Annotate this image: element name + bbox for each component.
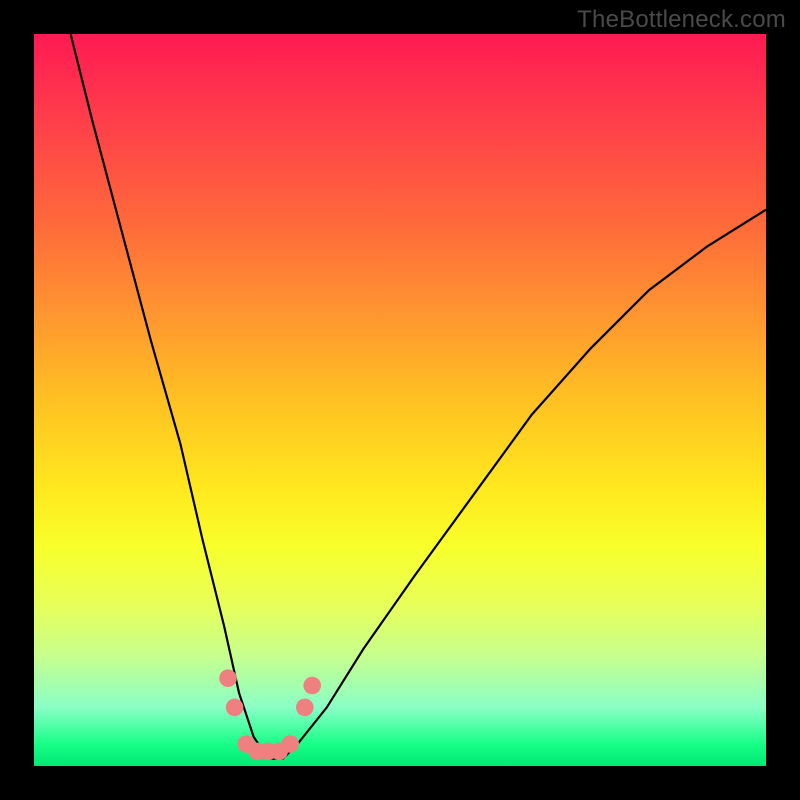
curve-path: [71, 34, 766, 759]
curve-svg: [34, 34, 766, 766]
curve-marker: [226, 699, 244, 717]
curve-marker: [303, 677, 321, 695]
curve-marker: [219, 669, 237, 687]
curve-marker: [296, 699, 314, 717]
watermark-text: TheBottleneck.com: [577, 6, 786, 34]
chart-frame: TheBottleneck.com: [0, 0, 800, 800]
curve-markers: [219, 669, 321, 760]
plot-area: [34, 34, 766, 766]
curve-marker: [281, 735, 299, 753]
